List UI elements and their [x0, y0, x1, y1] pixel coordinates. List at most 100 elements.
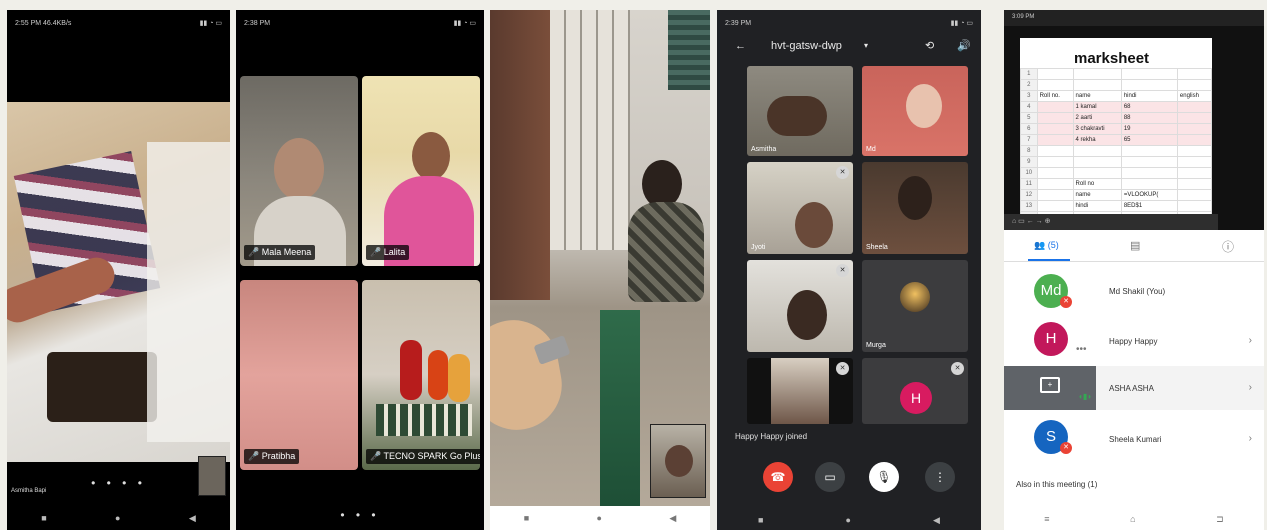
back-icon[interactable]: ◀ [669, 513, 676, 524]
row-number-cell[interactable]: 2 [1020, 79, 1038, 91]
sheet-cell[interactable]: name [1072, 90, 1122, 102]
sheet-cell[interactable] [1036, 145, 1074, 157]
sheet-cell[interactable] [1176, 123, 1212, 135]
row-number-cell[interactable]: 10 [1020, 167, 1038, 179]
row-number-cell[interactable]: 13 [1020, 200, 1038, 212]
sheet-cell[interactable] [1176, 79, 1212, 91]
chevron-down-icon[interactable]: ▾ [864, 41, 868, 50]
sheet-cell[interactable]: Roll no. [1036, 90, 1074, 102]
sheet-cell[interactable] [1036, 178, 1074, 190]
sheet-cell[interactable]: 4 rekha [1072, 134, 1122, 146]
row-number-cell[interactable]: 4 [1020, 101, 1038, 113]
sheet-cell[interactable]: 3 chakravti [1072, 123, 1122, 135]
sheet-cell[interactable] [1036, 189, 1074, 201]
participant-row-asha[interactable]: + ◖▮◗ ASHA ASHA › [1004, 366, 1264, 410]
sheet-cell[interactable] [1120, 156, 1178, 168]
chevron-right-icon[interactable]: › [1249, 335, 1252, 346]
row-number-cell[interactable]: 12 [1020, 189, 1038, 201]
row-number-cell[interactable]: 5 [1020, 112, 1038, 124]
participant-tile-unnamed-1[interactable]: ✕ [747, 260, 853, 352]
tab-chat-icon[interactable]: ▤ [1130, 239, 1140, 252]
row-number-cell[interactable]: 9 [1020, 156, 1038, 168]
chevron-right-icon[interactable]: › [1249, 382, 1252, 393]
camera-toggle-button[interactable]: ▭ [815, 462, 845, 492]
sheet-cell[interactable] [1176, 134, 1212, 146]
sheet-cell[interactable] [1072, 68, 1122, 80]
sheet-cell[interactable] [1120, 79, 1178, 91]
sheet-cell[interactable] [1036, 68, 1074, 80]
participant-tile-asmitha[interactable]: Asmitha [747, 66, 853, 156]
sheet-cell[interactable]: 19 [1120, 123, 1178, 135]
speaker-icon[interactable]: 🔊 [957, 39, 971, 52]
more-options-button[interactable]: ⋮ [925, 462, 955, 492]
row-number-cell[interactable]: 1 [1020, 68, 1038, 80]
sheet-cell[interactable]: 2 aarti [1072, 112, 1122, 124]
row-number-cell[interactable]: 6 [1020, 123, 1038, 135]
sheet-cell[interactable] [1176, 200, 1212, 212]
participant-tile-md[interactable]: Md [862, 66, 968, 156]
tab-info-icon[interactable]: ⓘ [1222, 238, 1234, 255]
back-icon[interactable]: ⊐ [1216, 514, 1224, 525]
sheet-cell[interactable] [1036, 167, 1074, 179]
sheet-cell[interactable] [1120, 68, 1178, 80]
sheet-cell[interactable]: 65 [1120, 134, 1178, 146]
home-icon[interactable]: ● [115, 513, 120, 523]
sheet-cell[interactable]: =VLOOKUP( [1120, 189, 1178, 201]
recent-apps-icon[interactable]: ■ [758, 515, 763, 525]
chevron-right-icon[interactable]: › [1249, 433, 1252, 444]
participant-tile-sheela[interactable]: Sheela [862, 162, 968, 254]
participant-tile-mala-meena[interactable]: 🎤 Mala Meena [240, 76, 358, 266]
switch-camera-icon[interactable]: ⟲ [925, 39, 934, 52]
sheet-cell[interactable]: name [1072, 189, 1122, 201]
home-icon[interactable]: ● [846, 515, 851, 525]
row-number-cell[interactable]: 11 [1020, 178, 1038, 190]
meeting-code[interactable]: hvt-gatsw-dwp [771, 40, 842, 52]
mic-toggle-button[interactable]: 🎙 [869, 462, 899, 492]
end-call-button[interactable]: ☎ [763, 462, 793, 492]
participant-row-you[interactable]: Md ✕ Md Shakil (You) [1004, 268, 1264, 314]
sheet-cell[interactable] [1036, 123, 1074, 135]
row-number-cell[interactable]: 3 [1020, 90, 1038, 102]
sheet-cell[interactable] [1176, 189, 1212, 201]
sheet-cell[interactable]: english [1176, 90, 1212, 102]
sheet-cell[interactable] [1176, 68, 1212, 80]
participant-tile-tecno-spark[interactable]: 🎤 TECNO SPARK Go Plus [362, 280, 480, 470]
sheet-cell[interactable]: 88 [1120, 112, 1178, 124]
home-icon[interactable]: ● [597, 513, 602, 523]
sheet-cell[interactable]: Roll no [1072, 178, 1122, 190]
sheet-cell[interactable] [1072, 156, 1122, 168]
recent-apps-icon[interactable]: ■ [41, 513, 46, 523]
back-icon[interactable]: ◀ [933, 515, 940, 526]
recent-apps-icon[interactable]: ■ [524, 513, 529, 523]
sheet-cell[interactable] [1176, 101, 1212, 113]
participant-tile-lalita[interactable]: 🎤 Lalita [362, 76, 480, 266]
sheet-cell[interactable]: hindi [1120, 90, 1178, 102]
participant-tile-murga[interactable]: Murga [862, 260, 968, 352]
sheet-cell[interactable] [1036, 156, 1074, 168]
participant-row-sheela[interactable]: S ✕ Sheela Kumari › [1004, 416, 1264, 462]
sheet-cell[interactable] [1120, 178, 1178, 190]
sheet-cell[interactable] [1176, 145, 1212, 157]
sheet-cell[interactable] [1036, 79, 1074, 91]
sheet-cell[interactable] [1072, 79, 1122, 91]
sheet-cell[interactable] [1036, 200, 1074, 212]
sheet-cell[interactable] [1072, 145, 1122, 157]
row-number-cell[interactable]: 7 [1020, 134, 1038, 146]
participant-row-happy[interactable]: H ••• Happy Happy › [1004, 318, 1264, 364]
sheet-cell[interactable] [1036, 101, 1074, 113]
participant-tile-pratibha[interactable]: 🎤 Pratibha [240, 280, 358, 470]
sheet-cell[interactable] [1120, 145, 1178, 157]
back-arrow-icon[interactable]: ← [735, 40, 746, 52]
sheet-cell[interactable]: 8ED$1 [1120, 200, 1178, 212]
sheet-cell[interactable] [1176, 167, 1212, 179]
participant-tile-jyoti[interactable]: ✕ Jyoti [747, 162, 853, 254]
home-icon[interactable]: ⌂ [1130, 514, 1135, 524]
sheet-cell[interactable] [1176, 156, 1212, 168]
sheet-cell[interactable]: 68 [1120, 101, 1178, 113]
sheet-cell[interactable]: hindi [1072, 200, 1122, 212]
row-number-cell[interactable]: 8 [1020, 145, 1038, 157]
self-view-thumbnail[interactable] [650, 424, 706, 498]
sheet-cell[interactable] [1176, 112, 1212, 124]
back-icon[interactable]: ◀ [189, 513, 196, 524]
sheet-cell[interactable] [1036, 134, 1074, 146]
